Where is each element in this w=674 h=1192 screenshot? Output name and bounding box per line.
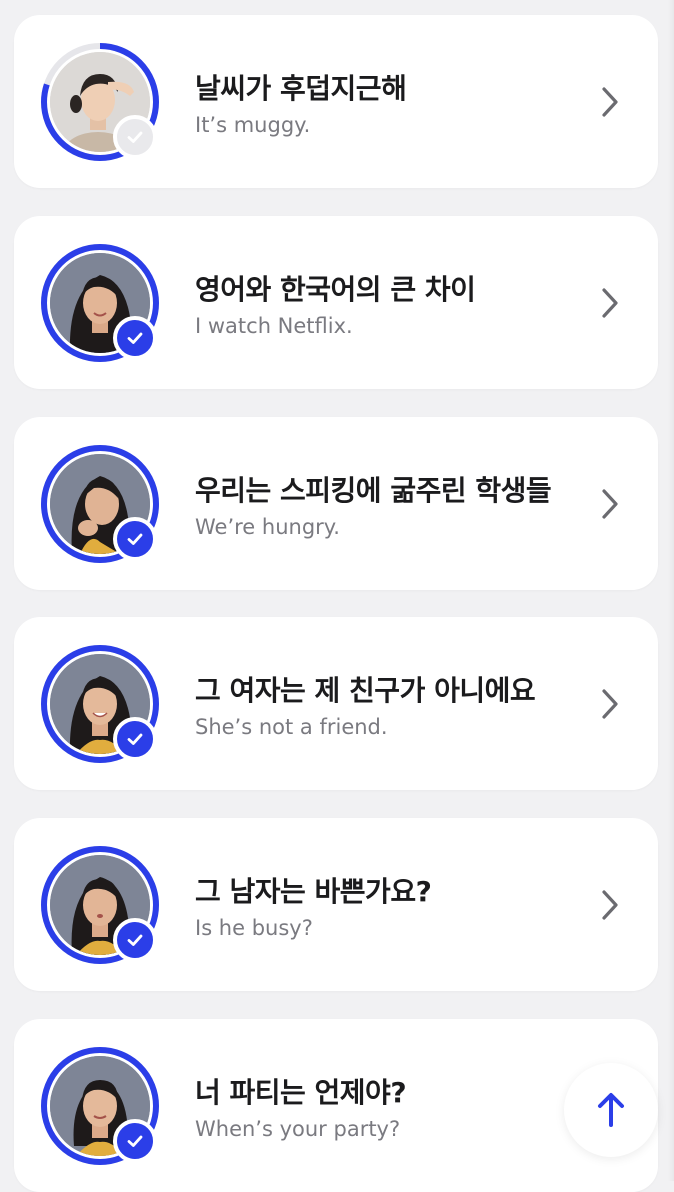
lesson-title: 우리는 스피킹에 굶주린 학생들	[195, 474, 552, 507]
scroll-to-top-button[interactable]	[564, 1063, 658, 1157]
lesson-card[interactable]: 그 여자는 제 친구가 아니에요 She’s not a friend.	[14, 617, 658, 790]
avatar	[40, 644, 160, 764]
scroll-edge	[668, 0, 674, 1181]
chevron-right-icon	[602, 689, 618, 719]
lesson-card[interactable]: 우리는 스피킹에 굶주린 학생들 We’re hungry.	[14, 417, 658, 590]
lesson-subtitle: She’s not a friend.	[195, 715, 388, 739]
check-icon	[113, 316, 157, 360]
avatar	[40, 42, 160, 162]
lesson-subtitle: When’s your party?	[195, 1117, 401, 1141]
arrow-up-icon	[598, 1093, 624, 1127]
check-icon	[113, 115, 157, 159]
check-icon	[113, 918, 157, 962]
lesson-title: 너 파티는 언제야?	[195, 1076, 407, 1109]
chevron-right-icon	[602, 890, 618, 920]
lesson-title: 날씨가 후덥지근해	[195, 72, 407, 105]
lesson-subtitle: We’re hungry.	[195, 515, 340, 539]
lesson-card[interactable]: 영어와 한국어의 큰 차이 I watch Netflix.	[14, 216, 658, 389]
lesson-card[interactable]: 날씨가 후덥지근해 It’s muggy.	[14, 15, 658, 188]
lesson-title: 영어와 한국어의 큰 차이	[195, 273, 476, 306]
lesson-subtitle: It’s muggy.	[195, 113, 311, 137]
lesson-subtitle: I watch Netflix.	[195, 314, 353, 338]
avatar	[40, 243, 160, 363]
lesson-card[interactable]: 그 남자는 바쁜가요? Is he busy?	[14, 818, 658, 991]
lesson-card[interactable]: 너 파티는 언제야? When’s your party?	[14, 1019, 658, 1192]
lesson-title: 그 남자는 바쁜가요?	[195, 875, 432, 908]
check-icon	[113, 1119, 157, 1163]
lesson-subtitle: Is he busy?	[195, 916, 313, 940]
avatar	[40, 845, 160, 965]
lesson-title: 그 여자는 제 친구가 아니에요	[195, 674, 536, 707]
check-icon	[113, 717, 157, 761]
chevron-right-icon	[602, 489, 618, 519]
check-icon	[113, 517, 157, 561]
chevron-right-icon	[602, 87, 618, 117]
chevron-right-icon	[602, 288, 618, 318]
avatar	[40, 444, 160, 564]
avatar	[40, 1046, 160, 1166]
